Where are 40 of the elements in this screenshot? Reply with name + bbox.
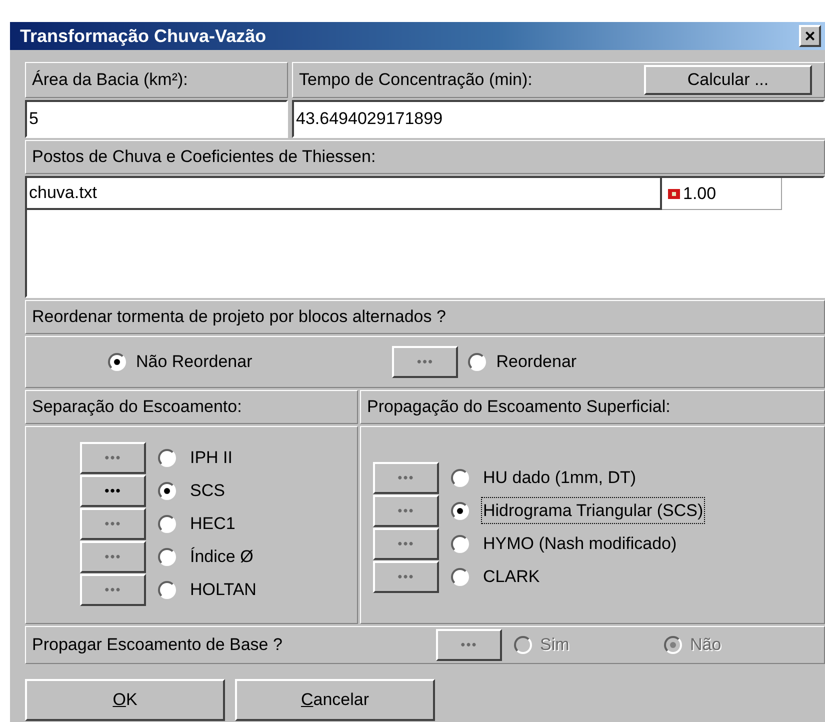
group-label: Separação do Escoamento: bbox=[32, 396, 242, 418]
radio-label[interactable]: Índice Ø bbox=[188, 542, 256, 570]
calculate-button[interactable]: Calcular ... bbox=[644, 65, 812, 95]
coefficient-cell[interactable]: 1.00 bbox=[662, 178, 782, 210]
radio-button[interactable] bbox=[108, 353, 126, 371]
cancel-button[interactable]: Cancelar bbox=[235, 679, 435, 721]
radio-button[interactable] bbox=[158, 580, 176, 598]
radio-button[interactable] bbox=[451, 534, 469, 552]
radio-button[interactable] bbox=[451, 468, 469, 486]
radio-label[interactable]: SCS bbox=[188, 476, 227, 504]
radio-button[interactable] bbox=[451, 502, 469, 520]
radio-label[interactable]: Não Reordenar bbox=[136, 349, 252, 375]
marker-icon bbox=[668, 188, 680, 198]
radio-button[interactable] bbox=[158, 548, 176, 566]
gauges-label: Postos de Chuva e Coeficientes de Thiessen: bbox=[32, 146, 376, 168]
area-label: Área da Bacia (km²): bbox=[32, 69, 188, 92]
radio-label[interactable]: HEC1 bbox=[188, 510, 238, 538]
radio-button[interactable] bbox=[468, 353, 486, 371]
radio-label[interactable]: HOLTAN bbox=[188, 576, 258, 604]
window-title: Transformação Chuva-Vazão bbox=[20, 24, 266, 48]
radio-label[interactable]: IPH II bbox=[188, 444, 235, 472]
area-field[interactable]: 5 bbox=[25, 100, 288, 138]
radio-button[interactable] bbox=[158, 448, 176, 466]
file-cell[interactable]: chuva.txt bbox=[27, 178, 662, 210]
radio-label[interactable]: HYMO (Nash modificado) bbox=[481, 530, 679, 558]
radio-button[interactable] bbox=[158, 514, 176, 532]
ellipsis-button[interactable]: ••• bbox=[80, 474, 146, 506]
radio-button[interactable] bbox=[451, 568, 469, 586]
reorder-question: Reordenar tormenta de projeto por blocos alternados ? bbox=[32, 306, 446, 328]
radio-label[interactable]: Hidrograma Triangular (SCS) bbox=[481, 496, 706, 524]
time-field[interactable]: 43.6494029171899 bbox=[292, 100, 825, 138]
close-button[interactable]: × bbox=[799, 25, 821, 47]
ok-button[interactable]: OK bbox=[25, 679, 225, 721]
group-label: Propagação do Escoamento Superficial: bbox=[367, 396, 670, 418]
radio-label[interactable]: HU dado (1mm, DT) bbox=[481, 464, 638, 492]
radio-button[interactable] bbox=[158, 482, 176, 500]
radio-label[interactable]: CLARK bbox=[481, 562, 542, 590]
time-label: Tempo de Concentração (min): bbox=[299, 69, 532, 92]
base-question: Propagar Escoamento de Base ? bbox=[32, 634, 284, 656]
radio-label[interactable]: Reordenar bbox=[496, 349, 577, 375]
